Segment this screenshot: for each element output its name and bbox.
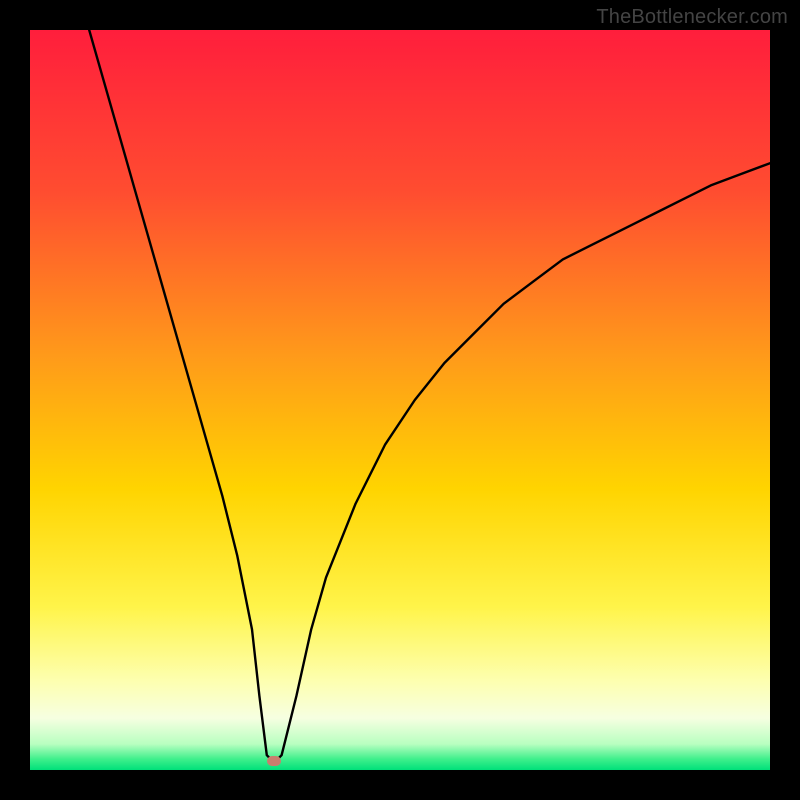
chart-frame: TheBottlenecker.com bbox=[0, 0, 800, 800]
optimal-point-marker bbox=[267, 756, 281, 766]
plot-area bbox=[30, 30, 770, 770]
watermark-text: TheBottlenecker.com bbox=[596, 6, 788, 29]
bottleneck-curve bbox=[30, 30, 770, 770]
